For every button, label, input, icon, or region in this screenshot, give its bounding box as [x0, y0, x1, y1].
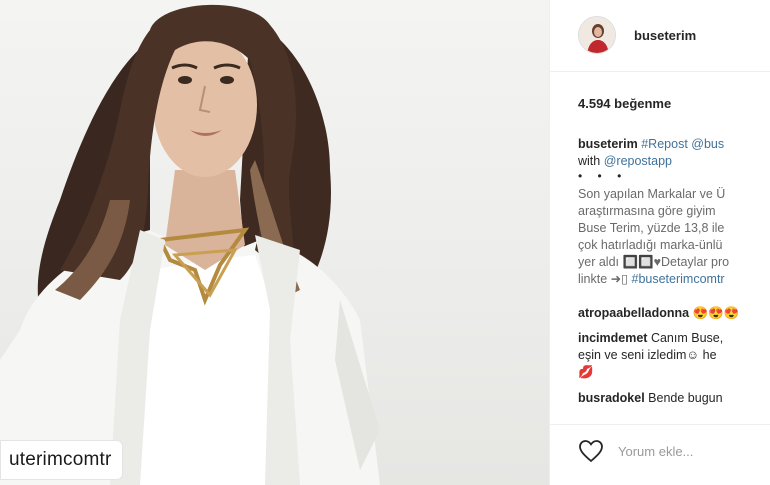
comment-text: 😍😍😍 [692, 306, 740, 320]
comment-username[interactable]: incimdemet [578, 331, 647, 345]
comment-text: Bende bugun [648, 391, 723, 405]
caption-line-2: with @repostapp [578, 153, 770, 170]
caption-dots: • • • [578, 169, 628, 183]
heart-outline-icon[interactable] [578, 439, 604, 463]
comment-username[interactable]: busradokel [578, 391, 645, 405]
caption-text-line: araştırmasına göre giyim [578, 204, 716, 218]
avatar[interactable] [578, 16, 616, 54]
avatar-image [579, 17, 615, 53]
post-details-panel: buseterim 4.594 beğenme buseterim #Repos… [549, 0, 770, 485]
caption-text-line: Son yapılan Markalar ve Ü [578, 187, 726, 201]
caption-link-prefix: linkte ➜▯ [578, 272, 629, 286]
instagram-post-viewer: uterimcomtr buseterim 4.594 beğenme buse… [0, 0, 770, 485]
lips-emoji: 💋 [578, 365, 594, 379]
comment-item: busradokel Bende bugun [578, 390, 723, 407]
post-caption: buseterim #Repost @bus with @repostapp •… [578, 136, 770, 288]
comment-input[interactable] [618, 439, 768, 463]
model-photo-illustration [0, 4, 380, 485]
caption-repost-tags[interactable]: #Repost @bus [641, 137, 724, 151]
caption-hashtag[interactable]: #buseterimcomtr [632, 272, 725, 286]
caption-with-text: with [578, 154, 601, 168]
comment-item: incimdemet Canım Buse, [578, 330, 723, 347]
likes-count[interactable]: 4.594 beğenme [578, 96, 671, 111]
caption-repostapp-tag[interactable]: @repostapp [604, 154, 672, 168]
post-photo[interactable]: uterimcomtr [0, 0, 549, 485]
photo-watermark: uterimcomtr [0, 440, 123, 480]
caption-text-line: Buse Terim, yüzde 13,8 ile [578, 221, 725, 235]
comment-text: Canım Buse, [650, 331, 724, 345]
post-author-username[interactable]: buseterim [634, 28, 696, 43]
comment-username[interactable]: atropaabelladonna [578, 306, 689, 320]
caption-line-1: buseterim #Repost @bus [578, 136, 770, 153]
caption-last-line: linkte ➜▯ #buseterimcomtr [578, 271, 770, 288]
caption-username[interactable]: buseterim [578, 137, 638, 151]
add-comment-bar [550, 424, 770, 485]
caption-text-line: çok hatırladığı marka-ünlü [578, 238, 723, 252]
comment-text-continued: eşin ve seni izledim☺ he [578, 348, 717, 362]
caption-text-line: yer aldı 🔲🔲♥Detaylar pro [578, 255, 730, 269]
comment-item: atropaabelladonna 😍😍😍 [578, 305, 739, 322]
post-header: buseterim [550, 0, 770, 72]
